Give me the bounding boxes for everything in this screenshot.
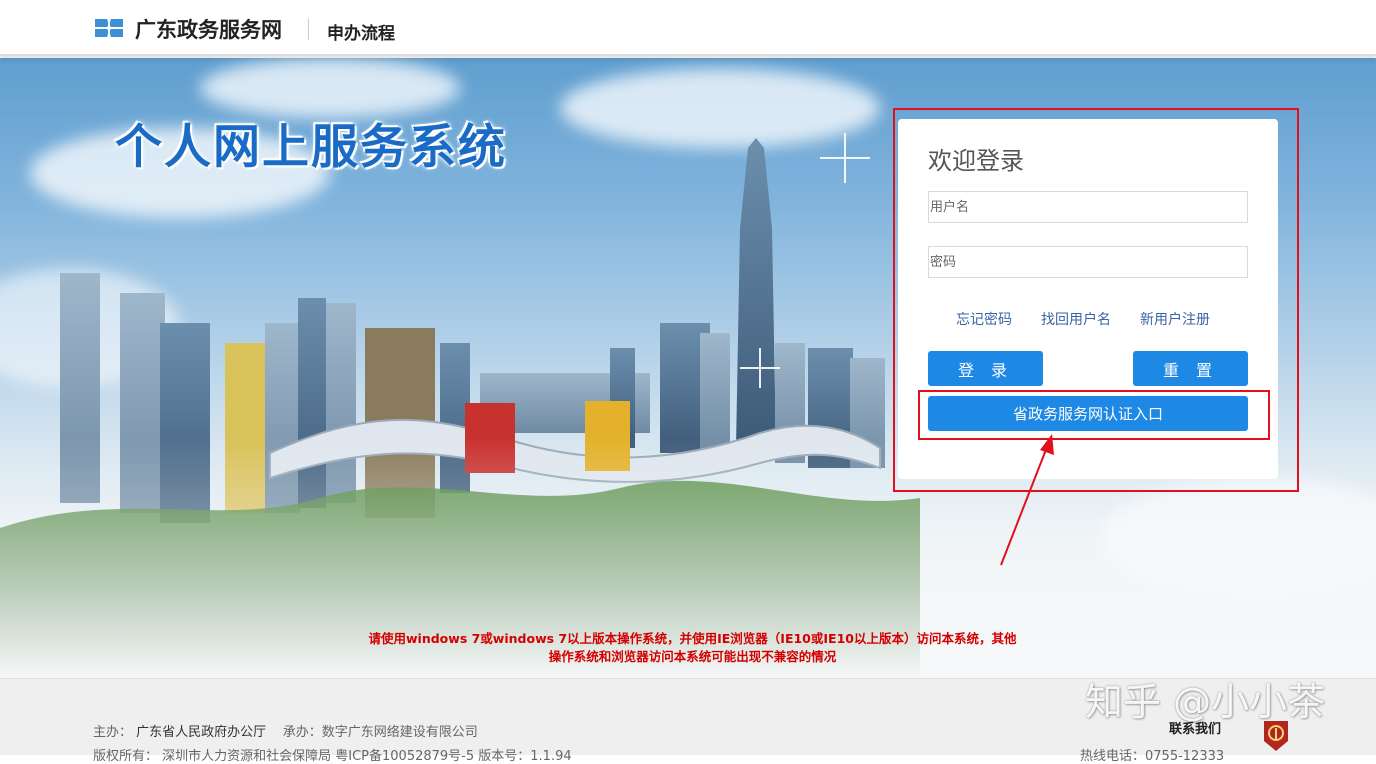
annotation-arrow-icon (1000, 434, 1054, 566)
zhihu-watermark: 知乎 @小小茶 (1085, 680, 1326, 724)
